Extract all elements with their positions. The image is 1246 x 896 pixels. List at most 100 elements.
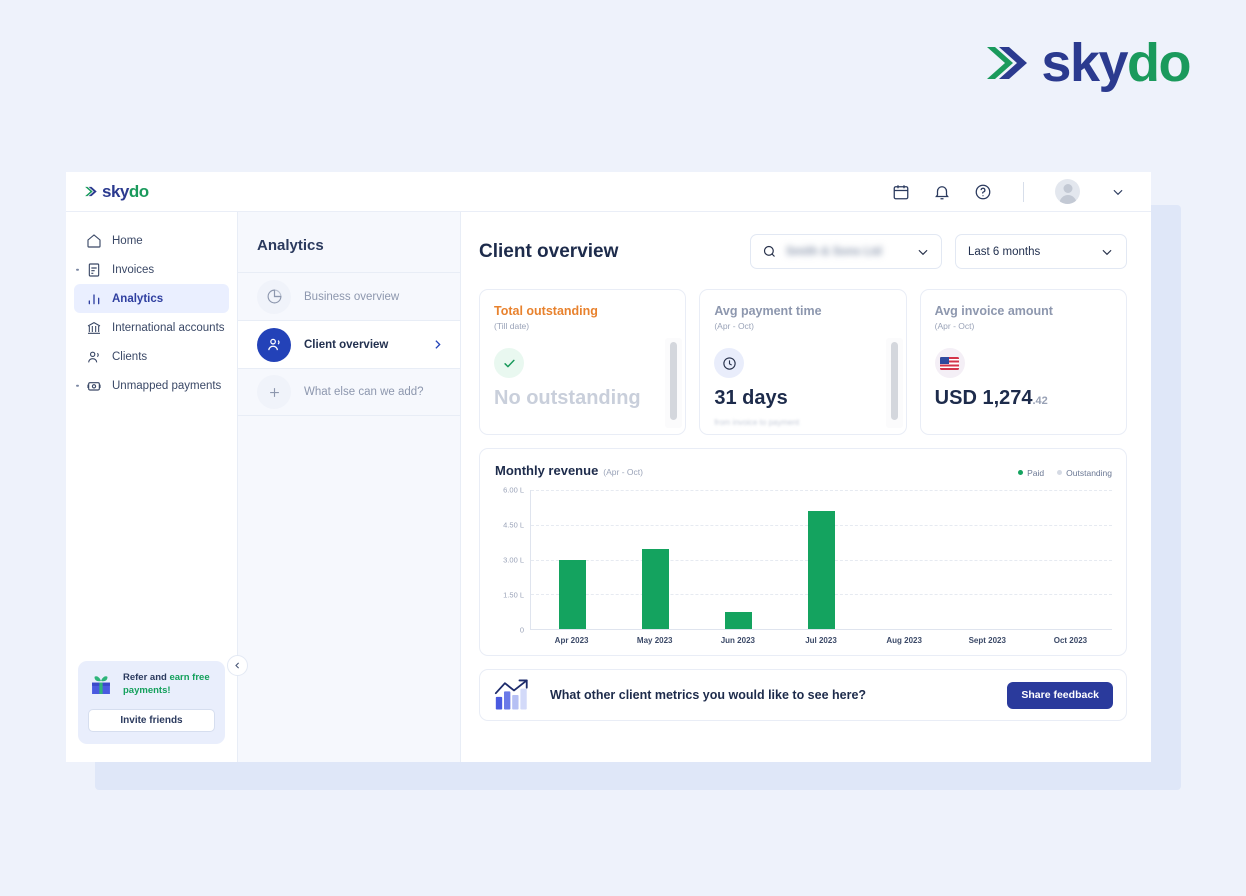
x-axis-tick: Sept 2023 — [968, 636, 1006, 645]
chevron-down-icon[interactable] — [1111, 185, 1125, 199]
subnav-item-label: What else can we add? — [304, 386, 424, 398]
sidebar-item-international-accounts[interactable]: International accounts — [74, 313, 229, 342]
main-header: Client overview Smith & Sons Ltd Last 6 … — [479, 234, 1127, 269]
sidebar-item-clients[interactable]: Clients — [74, 342, 229, 371]
bell-icon[interactable] — [933, 183, 951, 201]
kpi-scrollbar-thumb[interactable] — [890, 342, 898, 420]
kpi-cards: Total outstanding (Till date) No outstan… — [479, 289, 1127, 435]
clients-icon — [267, 338, 280, 351]
feedback-banner: What other client metrics you would like… — [479, 669, 1127, 721]
sidebar-item-label: Analytics — [112, 292, 164, 305]
skydo-chevron-logo — [85, 186, 97, 197]
kpi-title: Total outstanding — [494, 304, 598, 318]
chart-plot — [530, 490, 1112, 630]
page-title: Client overview — [479, 240, 619, 262]
sidebar-indicator-dot — [76, 384, 79, 387]
kpi-subtitle: (Till date) — [494, 321, 530, 331]
calendar-icon[interactable] — [892, 183, 910, 201]
x-axis-tick: Apr 2023 — [554, 636, 589, 645]
kpi-value: No outstanding — [494, 387, 641, 409]
chart-plot-area: 6.00 L 4.50 L 3.00 L 1.50 L 0 — [492, 486, 1112, 635]
chart-bar[interactable] — [559, 559, 586, 629]
kpi-title: Avg payment time — [714, 304, 822, 318]
date-range-select[interactable]: Last 6 months — [955, 234, 1127, 269]
topbar-actions — [892, 179, 1125, 204]
plus-icon — [269, 387, 279, 397]
invite-friends-button[interactable]: Invite friends — [88, 709, 215, 732]
brand-sky: sky — [102, 181, 129, 201]
x-axis-tick: Aug 2023 — [886, 636, 922, 645]
clock-icon — [723, 356, 736, 370]
unmapped-payments-icon — [87, 381, 101, 391]
sidebar-item-label: Clients — [112, 350, 148, 363]
app-window: skydo Home Invoices Analytics Internatio… — [66, 172, 1151, 762]
sidebar-item-label: Unmapped payments — [112, 379, 222, 392]
subnav-item-business-overview[interactable]: Business overview — [238, 272, 460, 320]
kpi-title: Avg invoice amount — [934, 304, 1053, 318]
bank-icon — [87, 321, 101, 334]
chart-y-axis: 6.00 L 4.50 L 3.00 L 1.50 L 0 — [492, 486, 530, 635]
sidebar-item-invoices[interactable]: Invoices — [74, 255, 229, 284]
chevron-down-icon[interactable] — [916, 245, 930, 259]
refer-card: Refer and earn free payments! Invite fri… — [78, 661, 225, 744]
legend-label: Outstanding — [1066, 467, 1112, 478]
search-icon — [763, 245, 775, 257]
kpi-card-avg-invoice-amount: Avg invoice amount (Apr - Oct) USD 1,274… — [919, 289, 1127, 435]
y-axis-tick: 0 — [519, 625, 524, 635]
subnav-item-label: Client overview — [304, 338, 389, 351]
monthly-revenue-chart-card: Monthly revenue (Apr - Oct) Paid Outstan… — [479, 448, 1127, 656]
x-axis-tick: Jul 2023 — [805, 636, 837, 645]
legend-item-outstanding[interactable]: Outstanding — [1057, 468, 1112, 478]
check-circle-icon — [503, 359, 515, 367]
clients-icon — [88, 351, 99, 362]
chart-title: Monthly revenue — [495, 463, 599, 478]
kpi-value-main: USD 1,274 — [934, 387, 1033, 409]
check-circle-icon-wrap — [494, 348, 524, 378]
topbar-logo[interactable]: skydo — [84, 182, 149, 202]
bar-slot — [863, 490, 946, 629]
chart-legend: Paid Outstanding — [1018, 468, 1112, 478]
bar-slot — [1029, 490, 1112, 629]
analytics-subnav: Analytics Business overview Client overv… — [238, 212, 461, 762]
refer-text-normal: Refer and — [123, 672, 170, 683]
clock-icon-wrap — [714, 348, 745, 378]
subnav-item-client-overview[interactable]: Client overview — [238, 320, 460, 368]
sidebar-item-unmapped-payments[interactable]: Unmapped payments — [74, 371, 229, 400]
x-axis-tick: May 2023 — [636, 636, 673, 645]
chevron-right-icon — [435, 340, 441, 349]
kpi-value: USD 1,274.42 — [935, 387, 1048, 410]
gift-icon — [92, 676, 110, 694]
chart-bar[interactable] — [642, 549, 669, 629]
chart-subtitle: (Apr - Oct) — [603, 467, 643, 477]
y-axis-tick: 3.00 L — [503, 555, 524, 565]
kpi-scrollbar-thumb[interactable] — [670, 342, 678, 420]
refer-card-text: Refer and earn free payments! — [123, 672, 215, 697]
topbar-divider — [1023, 181, 1024, 202]
avatar[interactable] — [1055, 179, 1080, 204]
chart-x-axis: Apr 2023 May 2023 Jun 2023 Jul 2023 Aug 2023… — [530, 636, 1112, 645]
kpi-card-avg-payment-time: Avg payment time (Apr - Oct) 31 days fro… — [699, 289, 907, 435]
pie-chart-icon — [267, 289, 281, 304]
kpi-subtitle: (Apr - Oct) — [714, 321, 754, 331]
subnav-item-what-else[interactable]: What else can we add? — [238, 368, 460, 416]
help-icon[interactable] — [974, 183, 992, 201]
share-feedback-button[interactable]: Share feedback — [1007, 681, 1113, 709]
chart-bar[interactable] — [725, 611, 752, 629]
primary-sidebar: Home Invoices Analytics International ac… — [66, 212, 248, 762]
page-brand-logo: skydo — [983, 36, 1191, 90]
sidebar-item-home[interactable]: Home — [74, 226, 229, 255]
client-search-input[interactable]: Smith & Sons Ltd — [750, 234, 942, 269]
chart-bar[interactable] — [808, 510, 835, 629]
sidebar-item-label: International accounts — [112, 321, 225, 334]
x-axis-tick: Oct 2023 — [1053, 636, 1088, 645]
sidebar-collapse-button[interactable] — [227, 655, 248, 676]
legend-item-paid[interactable]: Paid — [1018, 468, 1044, 478]
kpi-note: from invoice to payment — [714, 418, 800, 427]
date-range-value: Last 6 months — [968, 245, 1041, 258]
app-topbar: skydo — [66, 172, 1151, 212]
sidebar-item-analytics[interactable]: Analytics — [74, 284, 229, 313]
kpi-subtitle: (Apr - Oct) — [934, 321, 975, 331]
home-icon — [87, 233, 101, 248]
analytics-bars-icon — [88, 293, 100, 304]
brand-do: do — [128, 181, 149, 201]
